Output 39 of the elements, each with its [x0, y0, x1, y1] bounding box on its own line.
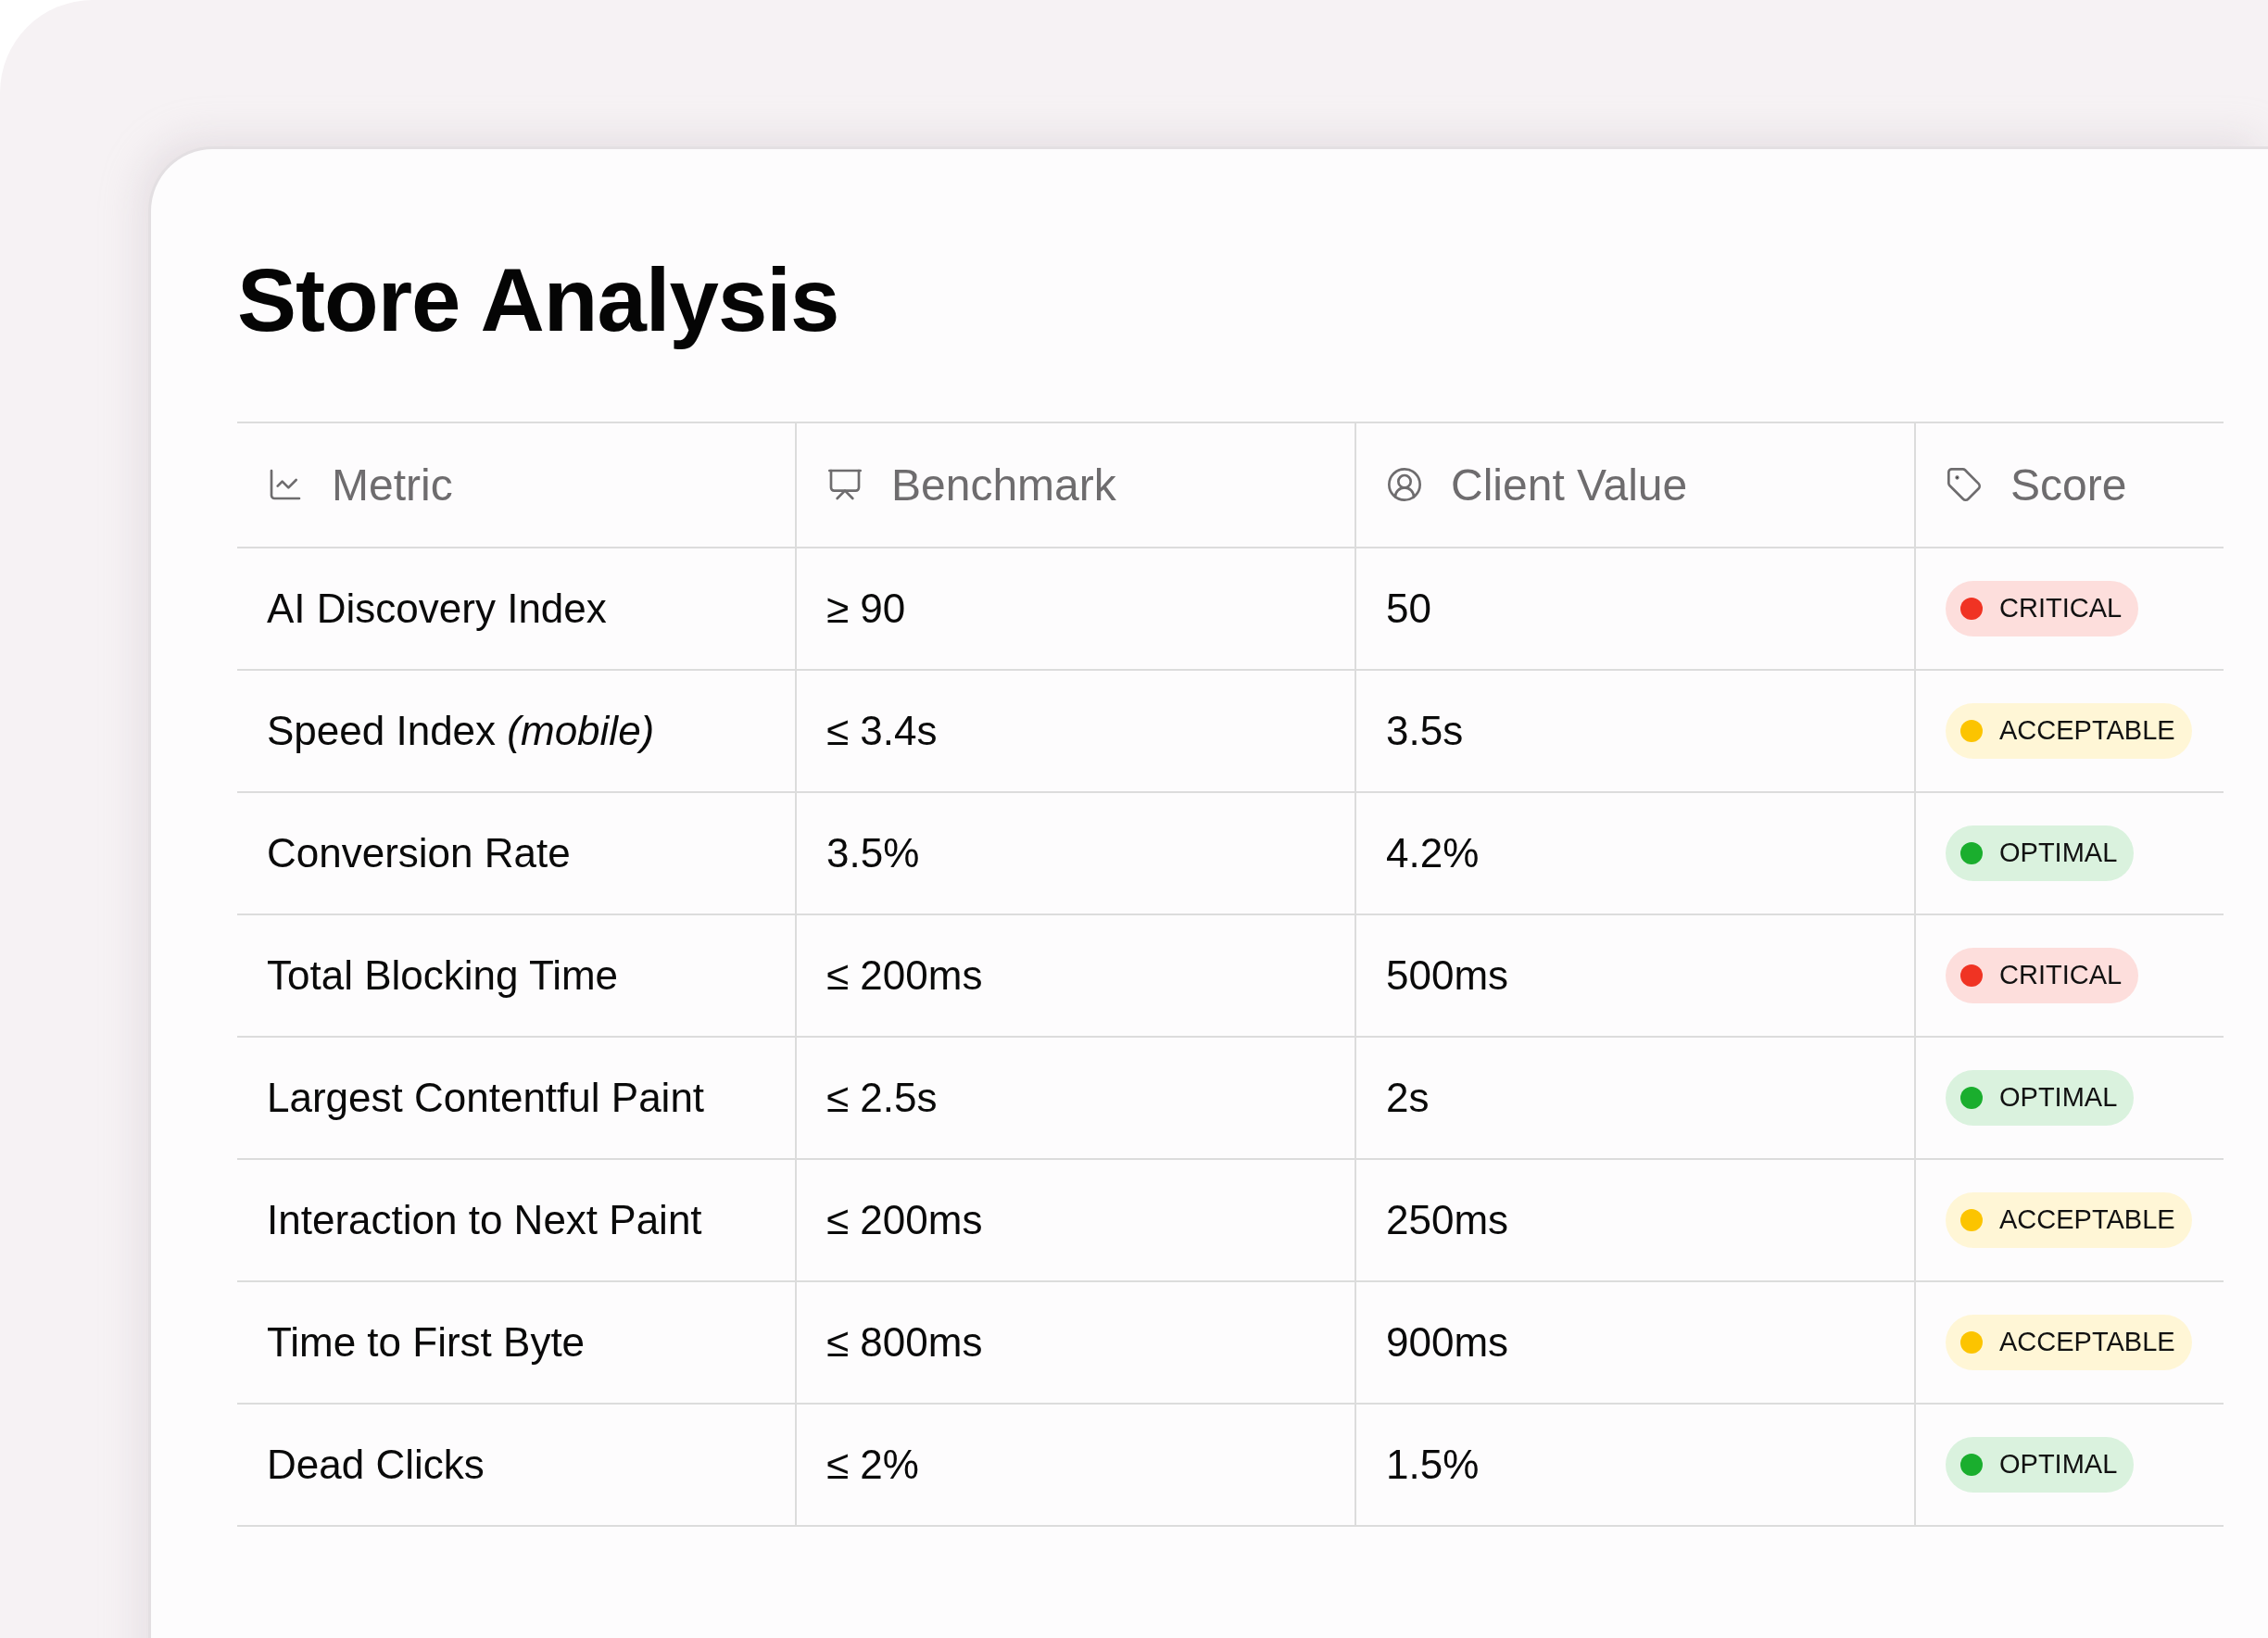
column-header: Benchmark [891, 459, 1116, 510]
metric-name: Interaction to Next Paint [267, 1196, 702, 1243]
client-value: 2s [1386, 1074, 1430, 1121]
score-badge: CRITICAL [1946, 947, 2139, 1003]
metric-name: Conversion Rate [267, 829, 571, 876]
score-badge: ACCEPTABLE [1946, 702, 2192, 759]
client-value: 50 [1386, 585, 1431, 632]
client-value: 900ms [1386, 1318, 1509, 1366]
user-circle-icon [1386, 466, 1423, 504]
column-header: Metric [332, 459, 453, 510]
metric-name: Time to First Byte [267, 1318, 586, 1366]
client-value: 250ms [1386, 1196, 1509, 1243]
benchmark-value: ≤ 2% [826, 1441, 919, 1488]
metric-name: Speed Index (mobile) [267, 707, 655, 754]
metric-name: Total Blocking Time [267, 951, 619, 999]
benchmark-value: ≥ 90 [826, 585, 906, 632]
client-value: 1.5% [1386, 1441, 1480, 1488]
benchmark-value: ≤ 200ms [826, 951, 983, 999]
column-header: Score [2010, 459, 2127, 510]
metric-name: Dead Clicks [267, 1441, 485, 1488]
score-badge: ACCEPTABLE [1946, 1314, 2192, 1370]
metric-name: Largest Contentful Paint [267, 1074, 705, 1121]
score-badge: ACCEPTABLE [1946, 1191, 2192, 1248]
benchmark-value: ≤ 3.4s [826, 707, 938, 754]
benchmark-value: ≤ 2.5s [826, 1074, 938, 1121]
benchmark-value: ≤ 800ms [826, 1318, 983, 1366]
client-value: 500ms [1386, 951, 1509, 999]
metric-name: AI Discovery Index [267, 585, 607, 632]
score-badge: CRITICAL [1946, 580, 2139, 636]
score-badge: OPTIMAL [1946, 825, 2135, 881]
page-title: Store Analysis [237, 251, 840, 349]
benchmark-value: ≤ 200ms [826, 1196, 983, 1243]
score-badge: OPTIMAL [1946, 1436, 2135, 1493]
score-badge: OPTIMAL [1946, 1069, 2135, 1126]
column-header: Client Value [1451, 459, 1688, 510]
client-value: 4.2% [1386, 829, 1480, 876]
benchmark-value: 3.5% [826, 829, 920, 876]
client-value: 3.5s [1386, 707, 1464, 754]
tag-icon [1946, 466, 1983, 504]
